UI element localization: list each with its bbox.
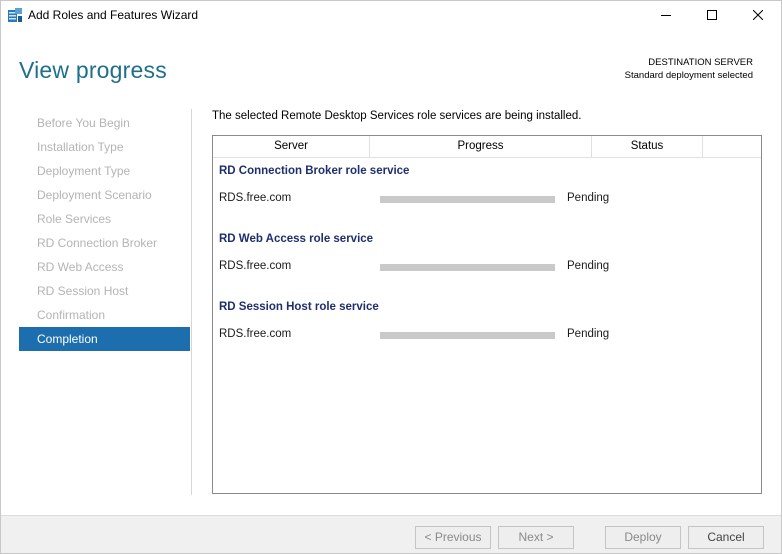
nav-item-rd-session-host[interactable]: RD Session Host [19,279,190,303]
nav-item-before-you-begin[interactable]: Before You Begin [19,111,190,135]
nav-item-rd-web-access[interactable]: RD Web Access [19,255,190,279]
server-name: RDS.free.com [219,328,292,340]
group-title: RD Session Host role service [219,301,379,313]
server-manager-icon [7,7,23,23]
nav-item-installation-type[interactable]: Installation Type [19,135,190,159]
deploy-button[interactable]: Deploy [605,526,681,549]
column-header-status[interactable]: Status [592,136,703,157]
nav-item-rd-connection-broker[interactable]: RD Connection Broker [19,231,190,255]
install-message: The selected Remote Desktop Services rol… [212,110,582,122]
status-text: Pending [567,328,610,340]
wizard-footer: < Previous Next > Deploy Cancel [1,515,781,553]
nav-item-completion[interactable]: Completion [19,327,190,351]
progress-table: Server Progress Status RD Connection Bro… [212,135,762,494]
next-button[interactable]: Next > [498,526,574,549]
progress-bar [380,332,555,339]
title-bar[interactable]: Add Roles and Features Wizard [1,1,781,29]
table-header: Server Progress Status [213,136,761,158]
destination-label: DESTINATION SERVER [648,57,753,68]
group-title: RD Connection Broker role service [219,165,410,177]
minimize-button[interactable] [643,1,689,29]
progress-bar [380,264,555,271]
nav-item-confirmation[interactable]: Confirmation [19,303,190,327]
previous-button[interactable]: < Previous [415,526,491,549]
maximize-button[interactable] [689,1,735,29]
close-button[interactable] [735,1,781,29]
status-text: Pending [567,260,610,272]
wizard-window: Add Roles and Features Wizard View progr… [0,0,782,554]
destination-value: Standard deployment selected [624,70,753,81]
window-title: Add Roles and Features Wizard [28,8,199,22]
minimize-icon [661,10,671,20]
nav-item-role-services[interactable]: Role Services [19,207,190,231]
wizard-steps-nav: Before You Begin Installation Type Deplo… [19,111,190,351]
nav-item-deployment-type[interactable]: Deployment Type [19,159,190,183]
progress-bar [380,196,555,203]
page-title: View progress [19,57,167,83]
cancel-button[interactable]: Cancel [688,526,764,549]
nav-divider [191,109,192,495]
server-name: RDS.free.com [219,192,292,204]
column-header-progress[interactable]: Progress [370,136,592,157]
destination-server: DESTINATION SERVER Standard deployment s… [625,56,753,82]
close-icon [753,10,763,20]
status-text: Pending [567,192,610,204]
group-title: RD Web Access role service [219,233,374,245]
server-name: RDS.free.com [219,260,292,272]
column-header-server[interactable]: Server [213,136,370,157]
maximize-icon [707,10,717,20]
nav-item-deployment-scenario[interactable]: Deployment Scenario [19,183,190,207]
